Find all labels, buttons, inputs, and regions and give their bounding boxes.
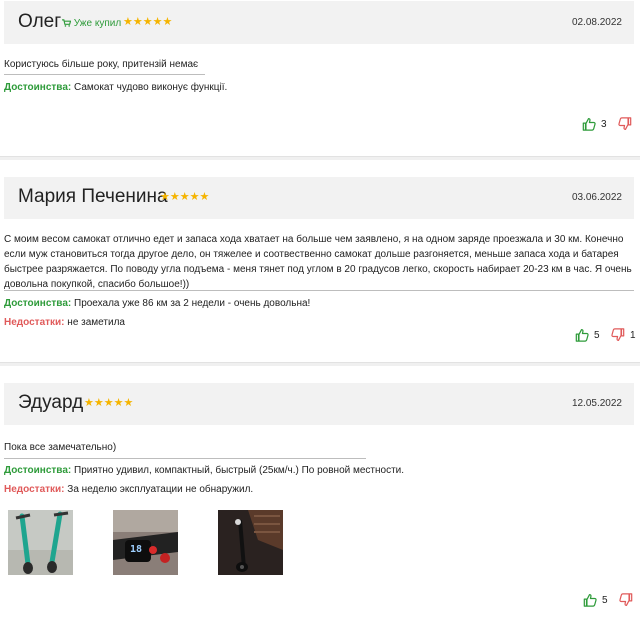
cons-label: Недостатки:	[4, 317, 65, 328]
like-count: 5	[594, 329, 600, 341]
pros-label: Достоинства:	[4, 82, 72, 93]
review-pros: Достоинства: Проехала уже 86 км за 2 нед…	[4, 298, 310, 309]
thumbs-up-icon	[575, 328, 589, 342]
like-count: 5	[602, 594, 608, 606]
review-pros: Достоинства: Самокат чудово виконує функ…	[4, 82, 227, 93]
review-date: 02.08.2022	[571, 17, 622, 28]
review-text: С моим весом самокат отлично едет и запа…	[4, 234, 632, 290]
thumbs-down-icon	[611, 328, 625, 342]
reviewer-name: Эдуард	[18, 392, 84, 413]
review-card: Мария Печенина ★★★★★ 03.06.2022 С моим в…	[0, 160, 640, 365]
pros-text: Самокат чудово виконує функції.	[74, 82, 228, 93]
review-cons: Недостатки: не заметила	[4, 317, 125, 328]
dislike-button[interactable]	[619, 593, 633, 607]
review-card: Эдуард ★★★★★ 12.05.2022 Пока все замечат…	[0, 366, 640, 619]
like-button[interactable]: 5	[583, 593, 608, 607]
pros-text: Приятно удивил, компактный, быстрый (25к…	[74, 465, 405, 476]
cons-label: Недостатки:	[4, 484, 65, 495]
pros-text: Проехала уже 86 км за 2 недели - очень д…	[74, 298, 311, 309]
review-header: Эдуард ★★★★★ 12.05.2022	[4, 383, 634, 425]
rating-stars: ★★★★★	[160, 191, 210, 203]
review-date: 12.05.2022	[571, 398, 622, 409]
review-photo-1[interactable]	[8, 510, 73, 575]
review-header: Мария Печенина ★★★★★ 03.06.2022	[4, 177, 634, 219]
pros-label: Достоинства:	[4, 465, 72, 476]
thumbs-down-icon	[618, 117, 632, 131]
review-card: Олег Уже купил ★★★★★ 02.08.2022 Користую…	[0, 0, 640, 160]
review-photo-3[interactable]	[218, 510, 283, 575]
review-cons: Недостатки: За неделю эксплуатации не об…	[4, 484, 253, 495]
review-text: Користуюсь більше року, притензій немає	[4, 59, 199, 70]
cons-text: не заметила	[67, 317, 125, 328]
dislike-button[interactable]: 1	[611, 328, 636, 342]
divider	[4, 290, 634, 291]
rating-stars: ★★★★★	[84, 397, 134, 409]
review-date: 03.06.2022	[571, 192, 622, 203]
pros-label: Достоинства:	[4, 298, 72, 309]
dislike-count: 1	[630, 329, 636, 341]
rating-stars: ★★★★★	[123, 16, 173, 28]
cart-icon	[62, 18, 74, 29]
verified-purchase-label: Уже купил	[73, 18, 122, 29]
review-text: Пока все замечательно)	[4, 442, 117, 453]
divider	[4, 74, 205, 75]
review-pros: Достоинства: Приятно удивил, компактный,…	[4, 465, 404, 476]
review-photo-2[interactable]: 18	[113, 510, 178, 575]
thumbs-up-icon	[583, 593, 597, 607]
scooter-display-readout: 18	[130, 544, 143, 555]
dislike-button[interactable]	[618, 117, 632, 131]
like-button[interactable]: 5	[575, 328, 600, 342]
like-button[interactable]: 3	[582, 117, 607, 131]
reviewer-name: Мария Печенина	[18, 186, 168, 207]
like-count: 3	[601, 118, 607, 130]
thumbs-up-icon	[582, 117, 596, 131]
thumbs-down-icon	[619, 593, 633, 607]
cons-text: За неделю эксплуатации не обнаружил.	[67, 484, 254, 495]
divider	[4, 458, 366, 459]
verified-purchase-badge: Уже купил	[62, 18, 121, 29]
review-header: Олег Уже купил ★★★★★ 02.08.2022	[4, 1, 634, 44]
reviewer-name: Олег	[18, 11, 62, 32]
